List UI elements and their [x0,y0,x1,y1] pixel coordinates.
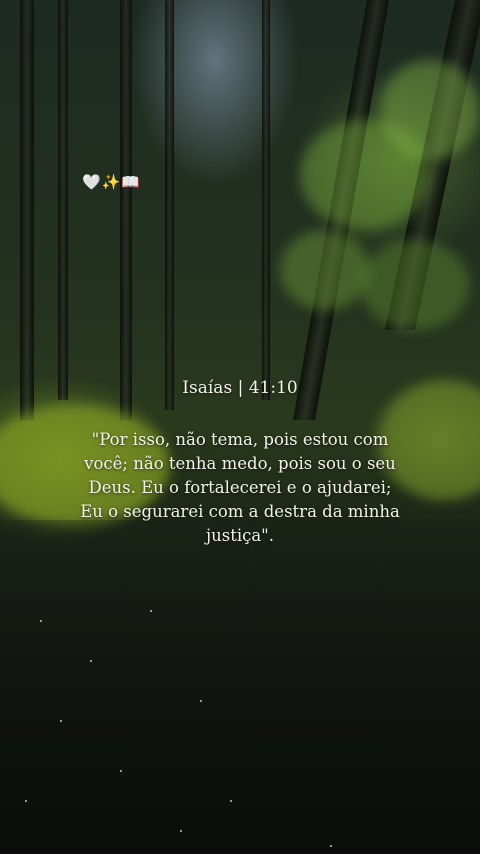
emoji-decoration: 🤍✨📖 [82,173,142,191]
water-sparkle [25,800,27,802]
stream-water [0,520,480,854]
tree-trunk [165,0,174,410]
tree-trunk [120,0,132,420]
water-sparkle [40,620,42,622]
water-sparkle [230,800,232,802]
tree-trunk [262,0,270,400]
foliage [360,240,470,330]
tree-trunk [58,0,68,400]
water-sparkle [150,610,152,612]
foliage [380,60,480,160]
forest-stream-background: 🤍✨📖 Isaías | 41:10 "Por isso, não tema, … [0,0,480,854]
foliage [280,230,370,310]
water-sparkle [60,720,62,722]
water-sparkle [200,700,202,702]
tree-trunk [20,0,34,420]
verse-reference: Isaías | 41:10 [182,378,298,398]
verse-text: "Por isso, não tema, pois estou com você… [80,430,400,545]
water-sparkle [90,660,92,662]
water-sparkle [180,830,182,832]
water-sparkle [120,770,122,772]
water-sparkle [330,845,332,847]
